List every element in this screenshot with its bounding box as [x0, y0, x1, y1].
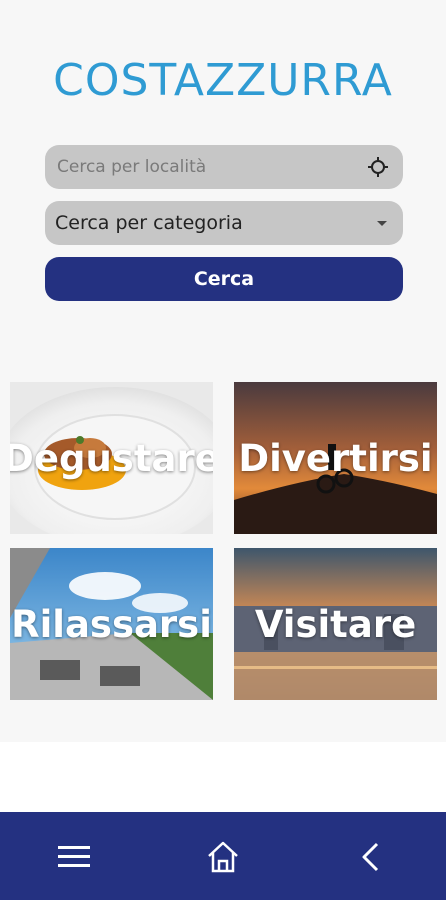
category-label: Degustare: [10, 436, 213, 480]
brand-name: COSTAZZURRA: [53, 54, 393, 106]
category-tile-degustare[interactable]: Degustare: [10, 382, 213, 534]
home-icon[interactable]: [198, 832, 248, 882]
logo: COSTAZZURRA: [0, 40, 446, 120]
location-search-field[interactable]: [45, 145, 403, 189]
category-label: Visitare: [254, 602, 417, 646]
category-tile-rilassarsi[interactable]: Rilassarsi: [10, 548, 213, 700]
dropdown-caret-icon: [375, 218, 389, 228]
menu-icon[interactable]: [49, 832, 99, 882]
category-select-value: Cerca per categoria: [55, 212, 243, 234]
target-icon[interactable]: [367, 156, 389, 178]
bottom-navigation: [0, 812, 446, 900]
category-label: Rilassarsi: [11, 602, 212, 646]
main-content: COSTAZZURRA Cerca per categoria Cerca: [0, 0, 446, 742]
category-label: Divertirsi: [238, 436, 433, 480]
category-select[interactable]: Cerca per categoria: [45, 201, 403, 245]
search-button[interactable]: Cerca: [45, 257, 403, 301]
back-icon[interactable]: [345, 832, 395, 882]
category-tile-visitare[interactable]: Visitare: [234, 548, 437, 700]
category-tile-divertirsi[interactable]: Divertirsi: [234, 382, 437, 534]
location-search-input[interactable]: [55, 156, 367, 178]
